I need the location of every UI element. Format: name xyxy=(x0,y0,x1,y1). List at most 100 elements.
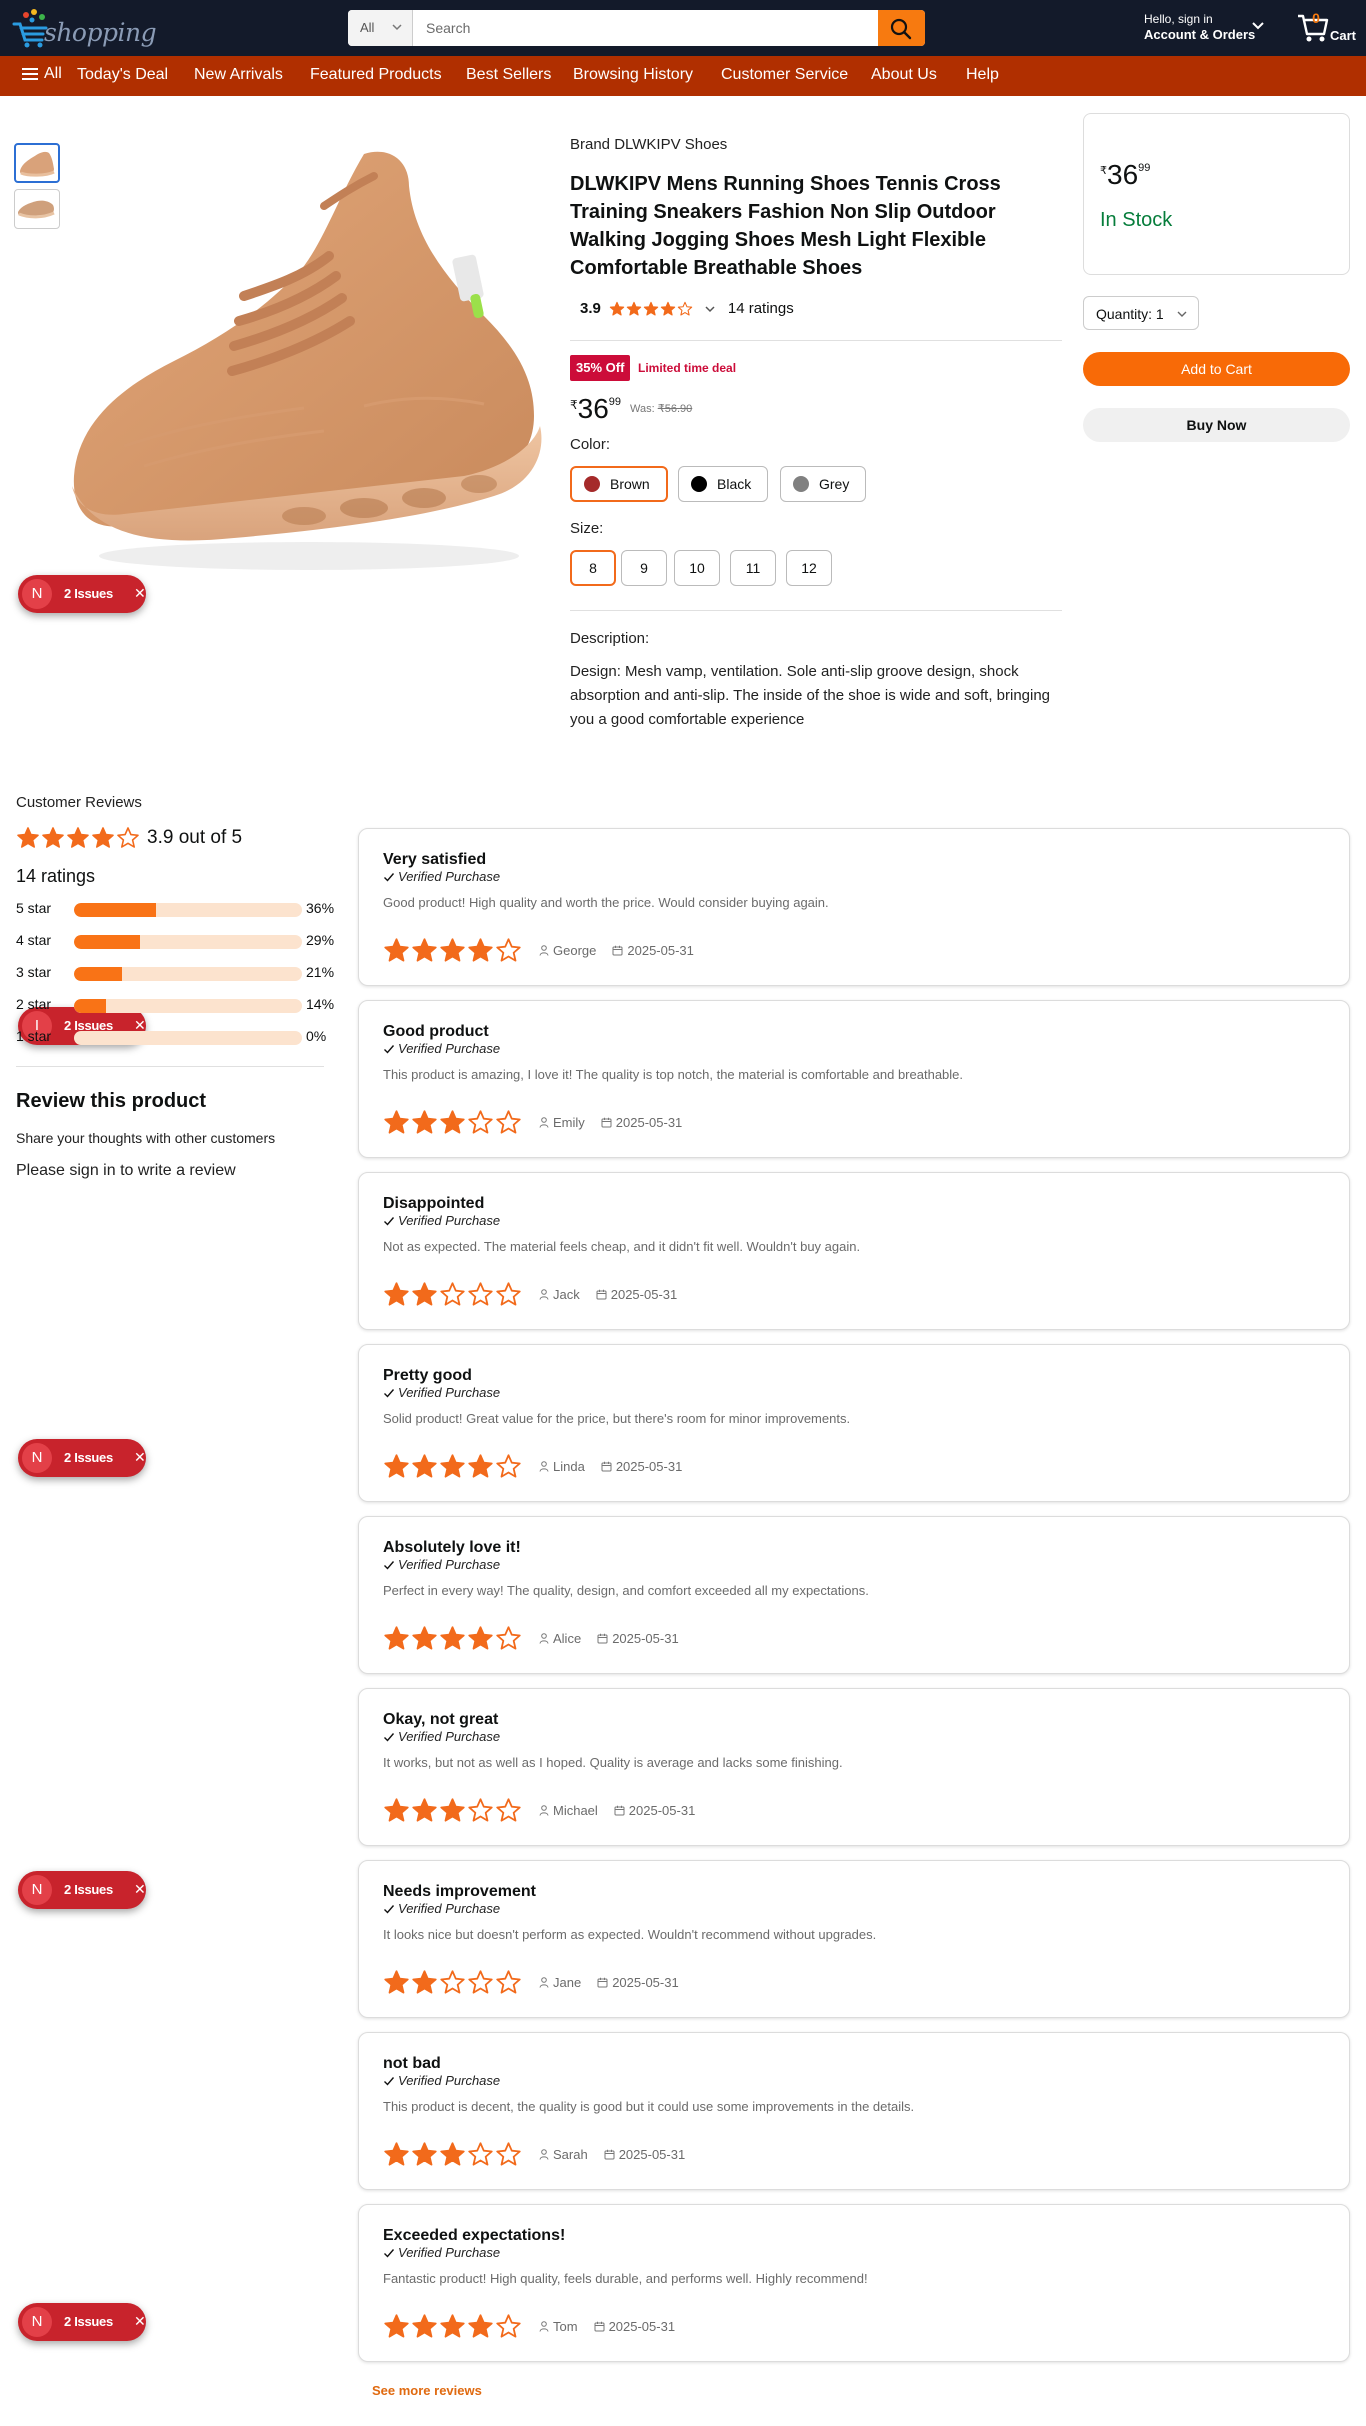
review-body: Solid product! Great value for the price… xyxy=(383,1411,851,1426)
star-icon xyxy=(384,2142,409,2166)
nav-item-todays-deal[interactable]: Today's Deal xyxy=(77,66,168,84)
issue-pill[interactable]: N 2 Issues ✕ xyxy=(18,1439,146,1477)
close-icon[interactable]: ✕ xyxy=(134,1449,146,1466)
search-input[interactable] xyxy=(414,10,885,46)
color-option-grey[interactable]: Grey xyxy=(780,466,867,502)
check-icon xyxy=(384,872,395,882)
close-icon[interactable]: ✕ xyxy=(134,585,146,602)
review-card: Exceeded expectations! Verified Purchase F… xyxy=(358,2204,1350,2362)
review-card: not bad Verified Purchase This product is … xyxy=(358,2032,1350,2190)
size-option-8[interactable]: 8 xyxy=(570,550,616,586)
rating-bar-2[interactable]: 2 star 14% xyxy=(16,994,334,1014)
review-author-name: Jack xyxy=(553,1287,580,1302)
review-author-name: Michael xyxy=(553,1803,598,1818)
review-stars xyxy=(383,1109,523,1136)
review-card: Absolutely love it! Verified Purchase Perf… xyxy=(358,1516,1350,1674)
nav-item-best-sellers[interactable]: Best Sellers xyxy=(466,66,551,84)
nav-all-menu[interactable]: All xyxy=(22,65,62,83)
review-date: 2025-05-31 xyxy=(601,1459,683,1474)
search-category-select[interactable]: All xyxy=(348,10,413,46)
verified-label: Verified Purchase xyxy=(398,1729,501,1744)
verified-label: Verified Purchase xyxy=(398,1557,501,1572)
see-more-reviews-link[interactable]: See more reviews xyxy=(372,2383,482,2398)
sign-in-to-review-link[interactable]: Please sign in to write a review xyxy=(16,1162,236,1180)
nav-item-about-us[interactable]: About Us xyxy=(871,66,937,84)
star-icon xyxy=(496,1798,521,1822)
stock-status: In Stock xyxy=(1100,209,1173,231)
review-author-name: Sarah xyxy=(553,2147,588,2162)
buy-now-button[interactable]: Buy Now xyxy=(1083,408,1350,442)
star-icon xyxy=(440,1282,465,1306)
close-icon[interactable]: ✕ xyxy=(134,2313,146,2330)
nav-item-help[interactable]: Help xyxy=(966,66,999,84)
check-icon xyxy=(384,2076,395,2086)
rating-bar-fill xyxy=(74,967,122,981)
product-main-image[interactable] xyxy=(64,146,554,576)
check-icon xyxy=(384,2248,395,2258)
issue-avatar: N xyxy=(22,1443,52,1473)
star-icon xyxy=(42,827,64,848)
color-option-black[interactable]: Black xyxy=(678,466,769,502)
product-thumbnail-2[interactable] xyxy=(14,189,60,229)
issue-pill[interactable]: N 2 Issues ✕ xyxy=(18,575,146,613)
account-menu[interactable]: Hello, sign in Account & Orders xyxy=(1144,12,1255,42)
star-icon xyxy=(67,827,89,848)
top-header: shopping All Hello, sign in Account & Or… xyxy=(0,0,1366,56)
size-option-12[interactable]: 12 xyxy=(786,550,832,586)
check-icon xyxy=(384,1044,395,1054)
color-option-brown[interactable]: Brown xyxy=(570,466,668,502)
star-icon xyxy=(468,1626,493,1650)
rating-bar-percent: 14% xyxy=(306,996,335,1012)
chevron-down-icon[interactable] xyxy=(702,301,718,317)
rating-bar-4[interactable]: 4 star 29% xyxy=(16,930,334,950)
chevron-down-icon xyxy=(392,24,402,31)
nav-item-new-arrivals[interactable]: New Arrivals xyxy=(194,66,283,84)
check-icon xyxy=(384,1560,395,1570)
rating-count[interactable]: 14 ratings xyxy=(728,300,794,317)
hamburger-menu-icon xyxy=(22,68,38,80)
star-icon xyxy=(412,2314,437,2338)
size-option-11[interactable]: 11 xyxy=(730,550,776,586)
site-logo[interactable]: shopping xyxy=(12,6,157,50)
size-option-10[interactable]: 10 xyxy=(674,550,720,586)
star-icon xyxy=(677,301,693,316)
star-icon xyxy=(384,1970,409,1994)
user-icon xyxy=(539,945,549,956)
size-option-9[interactable]: 9 xyxy=(621,550,667,586)
review-date-value: 2025-05-31 xyxy=(615,1459,683,1474)
search-button[interactable] xyxy=(878,10,925,46)
rating-bar-1[interactable]: 1 star 0% xyxy=(16,1026,328,1046)
review-author-name: Emily xyxy=(553,1115,585,1130)
review-stars xyxy=(383,1969,523,1996)
search-bar: All xyxy=(348,10,925,46)
star-icon xyxy=(412,1454,437,1478)
star-icon xyxy=(440,1798,465,1822)
verified-label: Verified Purchase xyxy=(398,2245,501,2260)
cart-button[interactable]: 0 Cart xyxy=(1296,8,1358,48)
star-icon xyxy=(468,1454,493,1478)
color-swatch xyxy=(793,476,809,492)
rating-bar-track xyxy=(74,935,302,949)
product-brand[interactable]: Brand DLWKIPV Shoes xyxy=(570,136,727,153)
search-category-label: All xyxy=(360,20,375,35)
close-icon[interactable]: ✕ xyxy=(134,1881,146,1898)
nav-item-browsing-history[interactable]: Browsing History xyxy=(573,66,693,84)
star-icon xyxy=(496,1626,521,1650)
nav-item-featured-products[interactable]: Featured Products xyxy=(310,66,442,84)
account-greeting: Hello, sign in xyxy=(1144,12,1213,26)
star-icon xyxy=(384,1798,409,1822)
add-to-cart-button[interactable]: Add to Cart xyxy=(1083,352,1350,386)
rating-bar-5[interactable]: 5 star 36% xyxy=(16,898,334,918)
chevron-down-icon[interactable] xyxy=(1250,18,1266,34)
issue-avatar: N xyxy=(22,2307,52,2337)
issue-pill[interactable]: N 2 Issues ✕ xyxy=(18,1871,146,1909)
check-icon xyxy=(384,1904,395,1914)
issue-pill[interactable]: N 2 Issues ✕ xyxy=(18,2303,146,2341)
star-icon xyxy=(440,1970,465,1994)
review-title: Exceeded expectations! xyxy=(383,2227,566,2244)
rating-bar-3[interactable]: 3 star 21% xyxy=(16,962,334,982)
quantity-select[interactable]: Quantity: 1 xyxy=(1083,296,1199,330)
nav-item-customer-service[interactable]: Customer Service xyxy=(721,66,848,84)
review-meta: Sarah 2025-05-31 xyxy=(383,2141,685,2168)
product-thumbnail-1[interactable] xyxy=(14,143,60,183)
